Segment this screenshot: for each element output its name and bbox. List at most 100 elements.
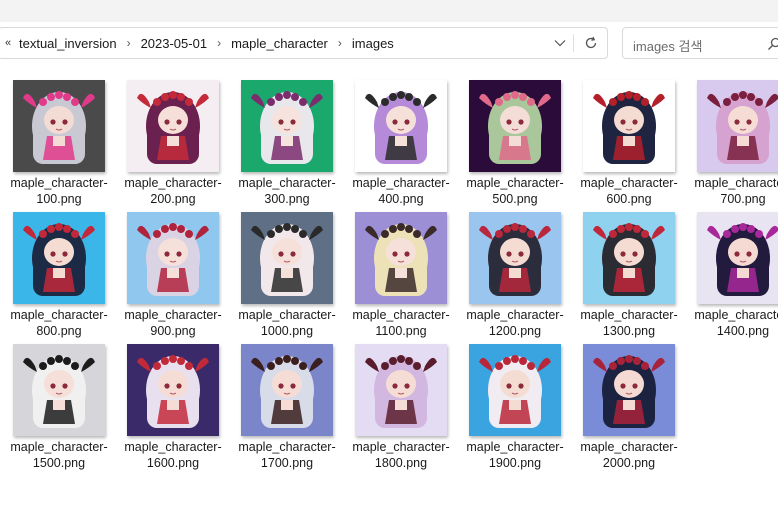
file-item[interactable]: maple_character- 1500.png [0, 344, 110, 472]
image-thumbnail[interactable] [13, 80, 105, 172]
breadcrumb-separator[interactable]: › [332, 36, 348, 50]
address-history-button[interactable] [551, 34, 569, 52]
file-name: maple_character- 1000.png [228, 308, 346, 339]
image-thumbnail[interactable] [241, 344, 333, 436]
file-item[interactable]: maple_character- 200.png [114, 80, 224, 208]
file-name: maple_character- 1800.png [342, 440, 460, 471]
file-name-line2: 1100.png [375, 323, 427, 338]
file-name-line1: maple_character- [352, 176, 450, 190]
refresh-icon [585, 36, 597, 49]
breadcrumb-images[interactable]: images [348, 36, 398, 51]
image-thumbnail[interactable] [13, 344, 105, 436]
search-input[interactable]: images 검색 [622, 27, 778, 59]
file-name-line2: 600.png [606, 191, 652, 206]
file-name: maple_character- 400.png [342, 176, 460, 207]
file-item[interactable]: maple_character- 100.png [0, 80, 110, 208]
breadcrumb-textual-inversion[interactable]: textual_inversion [15, 36, 121, 51]
breadcrumb-date-folder[interactable]: 2023-05-01 [137, 36, 212, 51]
file-name-line1: maple_character- [466, 176, 564, 190]
file-name-line1: maple_character- [10, 440, 108, 454]
file-item[interactable]: maple_character- 400.png [342, 80, 452, 208]
character-illustration [241, 344, 333, 436]
image-thumbnail[interactable] [13, 212, 105, 304]
file-item[interactable]: maple_character- 1000.png [228, 212, 338, 340]
file-name: maple_character- 1100.png [342, 308, 460, 339]
image-thumbnail[interactable] [127, 344, 219, 436]
file-name: maple_character- 500.png [456, 176, 574, 207]
file-item[interactable]: maple_character- 1100.png [342, 212, 452, 340]
chevron-down-icon [554, 40, 566, 47]
character-illustration [13, 80, 105, 172]
file-item[interactable]: maple_character- 1700.png [228, 344, 338, 472]
file-item[interactable]: maple_character- 1900.png [456, 344, 566, 472]
file-item[interactable]: maple_character- 300.png [228, 80, 338, 208]
file-name-line1: maple_character- [352, 440, 450, 454]
character-illustration [697, 212, 778, 304]
image-thumbnail[interactable] [469, 344, 561, 436]
character-illustration [127, 80, 219, 172]
file-name-line1: maple_character- [124, 176, 222, 190]
image-thumbnail[interactable] [355, 80, 447, 172]
file-name-line2: 1600.png [146, 455, 200, 470]
file-name-line1: maple_character- [466, 308, 564, 322]
character-illustration [127, 212, 219, 304]
file-name: maple_character- 100.png [0, 176, 118, 207]
file-name-line2: 800.png [36, 323, 82, 338]
file-name-line1: maple_character- [238, 308, 336, 322]
search-icon[interactable] [767, 37, 778, 51]
image-thumbnail[interactable] [241, 80, 333, 172]
file-item[interactable]: maple_character-700.png [684, 80, 778, 208]
image-thumbnail[interactable] [469, 212, 561, 304]
file-item[interactable]: maple_character-1400.png [684, 212, 778, 340]
file-item[interactable]: maple_character- 1200.png [456, 212, 566, 340]
file-name-line1: maple_character- [352, 308, 450, 322]
file-item[interactable]: maple_character- 900.png [114, 212, 224, 340]
image-thumbnail[interactable] [355, 344, 447, 436]
file-name-line1: maple_character- [580, 440, 678, 454]
image-thumbnail[interactable] [697, 80, 778, 172]
file-name: maple_character-1400.png [684, 308, 778, 339]
character-illustration [13, 212, 105, 304]
file-name: maple_character- 1200.png [456, 308, 574, 339]
character-illustration [469, 80, 561, 172]
file-name-line2: 100.png [36, 191, 82, 206]
image-thumbnail[interactable] [583, 80, 675, 172]
file-name-line1: maple_character- [580, 176, 678, 190]
character-illustration [355, 344, 447, 436]
character-illustration [355, 80, 447, 172]
file-item[interactable]: maple_character- 500.png [456, 80, 566, 208]
file-name-line1: maple_character- [580, 308, 678, 322]
image-thumbnail[interactable] [583, 212, 675, 304]
image-thumbnail[interactable] [697, 212, 778, 304]
file-item[interactable]: maple_character- 2000.png [570, 344, 680, 472]
character-illustration [697, 80, 778, 172]
refresh-button[interactable] [581, 34, 601, 52]
file-name: maple_character- 200.png [114, 176, 232, 207]
image-thumbnail[interactable] [127, 212, 219, 304]
image-thumbnail[interactable] [241, 212, 333, 304]
breadcrumb-separator[interactable]: › [211, 36, 227, 50]
image-thumbnail[interactable] [469, 80, 561, 172]
file-item[interactable]: maple_character- 1600.png [114, 344, 224, 472]
address-divider [573, 34, 574, 52]
image-thumbnail[interactable] [583, 344, 675, 436]
file-item[interactable]: maple_character- 800.png [0, 212, 110, 340]
file-item[interactable]: maple_character- 1300.png [570, 212, 680, 340]
address-bar[interactable]: « textual_inversion › 2023-05-01 › maple… [0, 27, 608, 59]
file-item[interactable]: maple_character- 600.png [570, 80, 680, 208]
image-thumbnail[interactable] [355, 212, 447, 304]
file-name-line2: 1400.png [716, 323, 770, 338]
breadcrumb-overflow-button[interactable]: « [1, 37, 15, 49]
file-name-line2: 2000.png [602, 455, 656, 470]
file-name: maple_character-700.png [684, 176, 778, 207]
character-illustration [127, 344, 219, 436]
file-name: maple_character- 800.png [0, 308, 118, 339]
file-item[interactable]: maple_character- 1800.png [342, 344, 452, 472]
character-illustration [241, 212, 333, 304]
character-illustration [355, 212, 447, 304]
file-name-line1: maple_character- [466, 440, 564, 454]
breadcrumb-separator[interactable]: › [121, 36, 137, 50]
breadcrumb-maple-character[interactable]: maple_character [227, 36, 332, 51]
image-thumbnail[interactable] [127, 80, 219, 172]
character-illustration [241, 80, 333, 172]
